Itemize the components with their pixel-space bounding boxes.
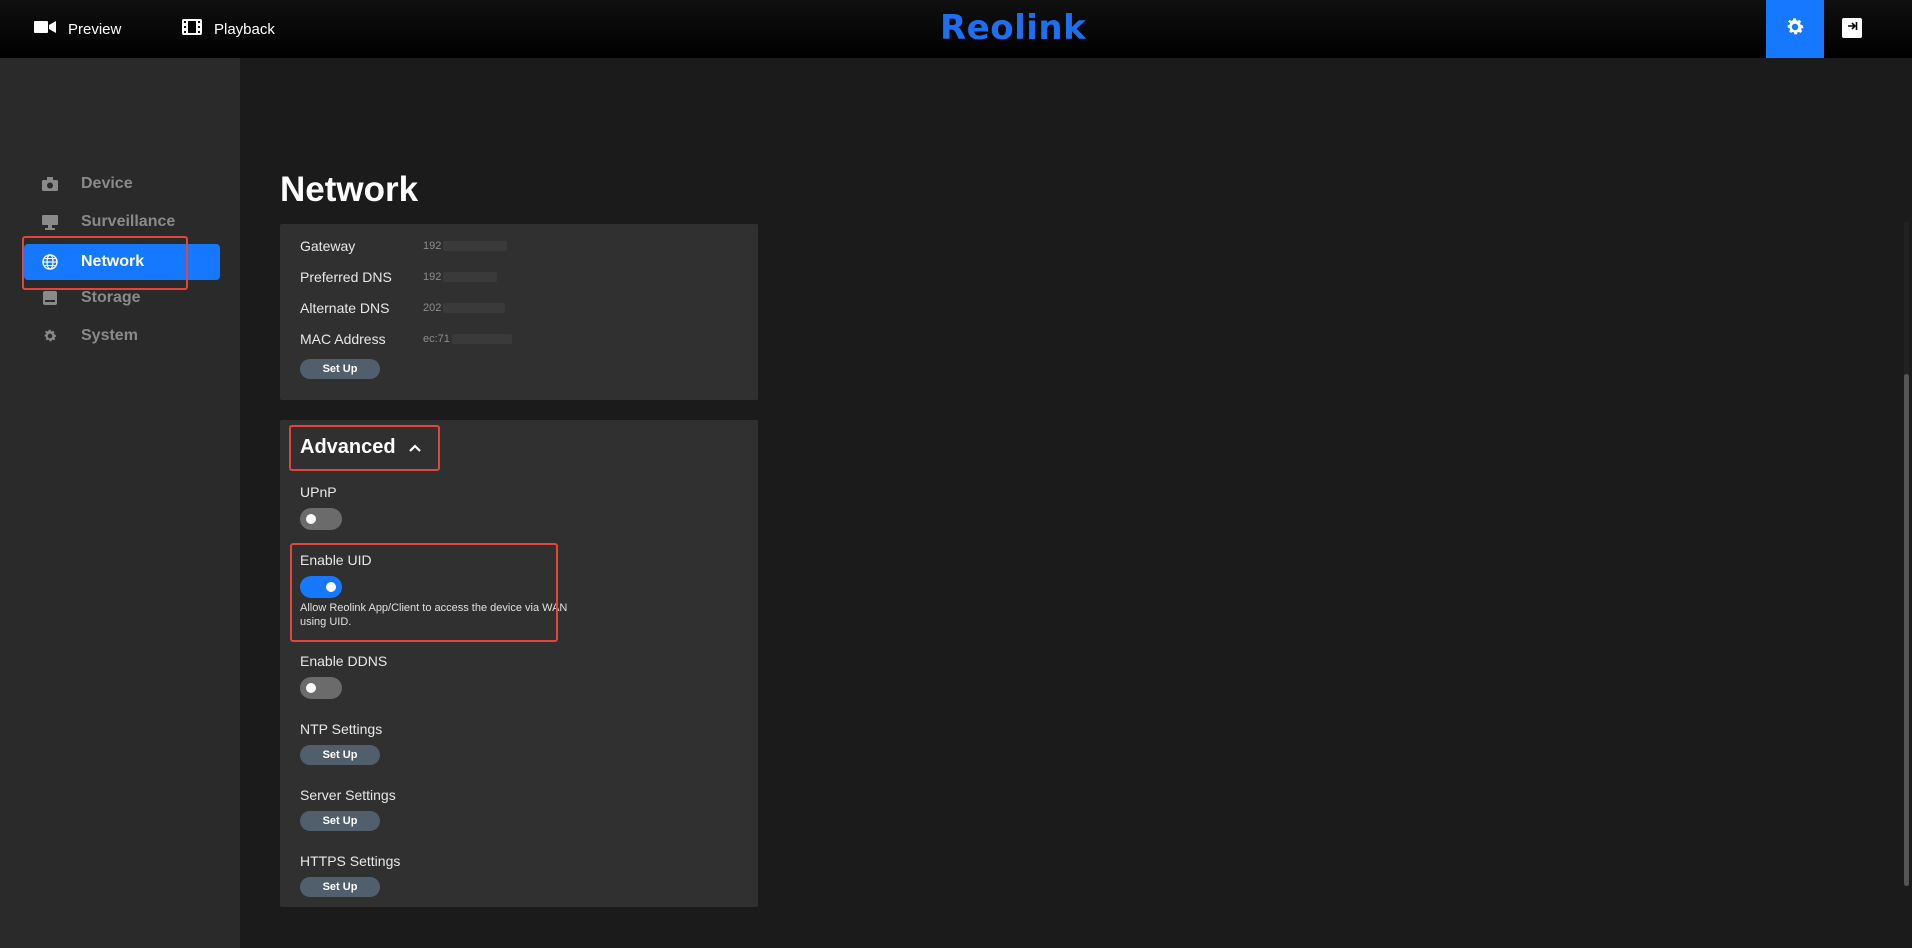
enable-ddns-toggle[interactable] bbox=[300, 677, 342, 699]
enable-ddns-label: Enable DDNS bbox=[300, 653, 388, 669]
monitor-icon bbox=[41, 213, 59, 231]
sidebar-item-label: Device bbox=[81, 175, 133, 192]
film-icon bbox=[182, 19, 202, 39]
redacted bbox=[443, 241, 508, 252]
enable-uid-label: Enable UID bbox=[300, 552, 372, 568]
preferred-dns-value: 192 bbox=[423, 271, 498, 283]
toggle-knob bbox=[306, 683, 316, 693]
server-setup-button[interactable]: Set Up bbox=[300, 811, 380, 831]
playback-button[interactable]: Playback bbox=[182, 0, 275, 58]
sidebar: Device Surveillance Network Storage Syst… bbox=[0, 58, 240, 948]
upnp-toggle[interactable] bbox=[300, 508, 342, 530]
page-title: Network bbox=[280, 170, 419, 209]
preferred-dns-value-text: 192 bbox=[423, 271, 442, 283]
chevron-up-icon bbox=[408, 436, 422, 459]
scrollbar-thumb[interactable] bbox=[1904, 374, 1909, 886]
toggle-knob bbox=[306, 514, 316, 524]
mac-address-value-text: ec:71 bbox=[423, 333, 450, 345]
preferred-dns-label: Preferred DNS bbox=[300, 269, 392, 285]
alternate-dns-value-text: 202 bbox=[423, 302, 442, 314]
logout-icon bbox=[1845, 19, 1859, 38]
alternate-dns-label: Alternate DNS bbox=[300, 300, 390, 316]
globe-icon bbox=[41, 253, 59, 271]
enable-uid-toggle[interactable] bbox=[300, 576, 342, 598]
uid-description: Allow Reolink App/Client to access the d… bbox=[300, 602, 568, 628]
sidebar-item-network[interactable]: Network bbox=[24, 244, 220, 280]
advanced-toggle[interactable]: Advanced bbox=[300, 436, 422, 459]
https-setup-button[interactable]: Set Up bbox=[300, 877, 380, 897]
sidebar-item-label: System bbox=[81, 327, 138, 344]
sidebar-item-system[interactable]: System bbox=[24, 318, 220, 354]
network-info-card: Gateway 192 Preferred DNS 192 Alternate … bbox=[280, 224, 758, 400]
top-bar: Preview Playback Reolink bbox=[0, 0, 1912, 58]
gateway-value-text: 192 bbox=[423, 240, 442, 252]
gear-icon bbox=[1784, 16, 1806, 43]
reolink-logo: Reolink bbox=[940, 8, 1087, 48]
mac-address-value: ec:71 bbox=[423, 333, 512, 345]
https-settings-label: HTTPS Settings bbox=[300, 853, 401, 869]
sidebar-item-storage[interactable]: Storage bbox=[24, 280, 220, 316]
mac-address-label: MAC Address bbox=[300, 331, 386, 347]
network-setup-button[interactable]: Set Up bbox=[300, 359, 380, 379]
video-camera-icon bbox=[34, 20, 56, 38]
playback-label: Playback bbox=[214, 20, 275, 38]
toggle-knob bbox=[326, 582, 336, 592]
sidebar-item-label: Network bbox=[81, 253, 145, 270]
preview-button[interactable]: Preview bbox=[34, 0, 121, 58]
alternate-dns-value: 202 bbox=[423, 302, 506, 314]
gateway-label: Gateway bbox=[300, 238, 356, 254]
preview-label: Preview bbox=[68, 20, 122, 38]
sidebar-item-device[interactable]: Device bbox=[24, 166, 220, 202]
gateway-value: 192 bbox=[423, 240, 508, 252]
ntp-setup-button[interactable]: Set Up bbox=[300, 745, 380, 765]
sidebar-item-label: Storage bbox=[81, 289, 141, 306]
gear-icon bbox=[41, 327, 59, 345]
redacted bbox=[443, 272, 498, 283]
sidebar-item-label: Surveillance bbox=[81, 213, 176, 230]
storage-icon bbox=[41, 289, 59, 307]
server-settings-label: Server Settings bbox=[300, 787, 396, 803]
advanced-title: Advanced bbox=[300, 436, 396, 458]
ntp-settings-label: NTP Settings bbox=[300, 721, 383, 737]
sidebar-item-surveillance[interactable]: Surveillance bbox=[24, 204, 220, 240]
logout-button[interactable] bbox=[1842, 18, 1862, 38]
settings-button[interactable] bbox=[1766, 0, 1824, 58]
advanced-card: Advanced UPnP Enable UID Allow Reolink A… bbox=[280, 420, 758, 907]
redacted bbox=[443, 303, 506, 314]
camera-icon bbox=[41, 175, 59, 193]
upnp-label: UPnP bbox=[300, 484, 337, 500]
redacted bbox=[451, 334, 512, 345]
